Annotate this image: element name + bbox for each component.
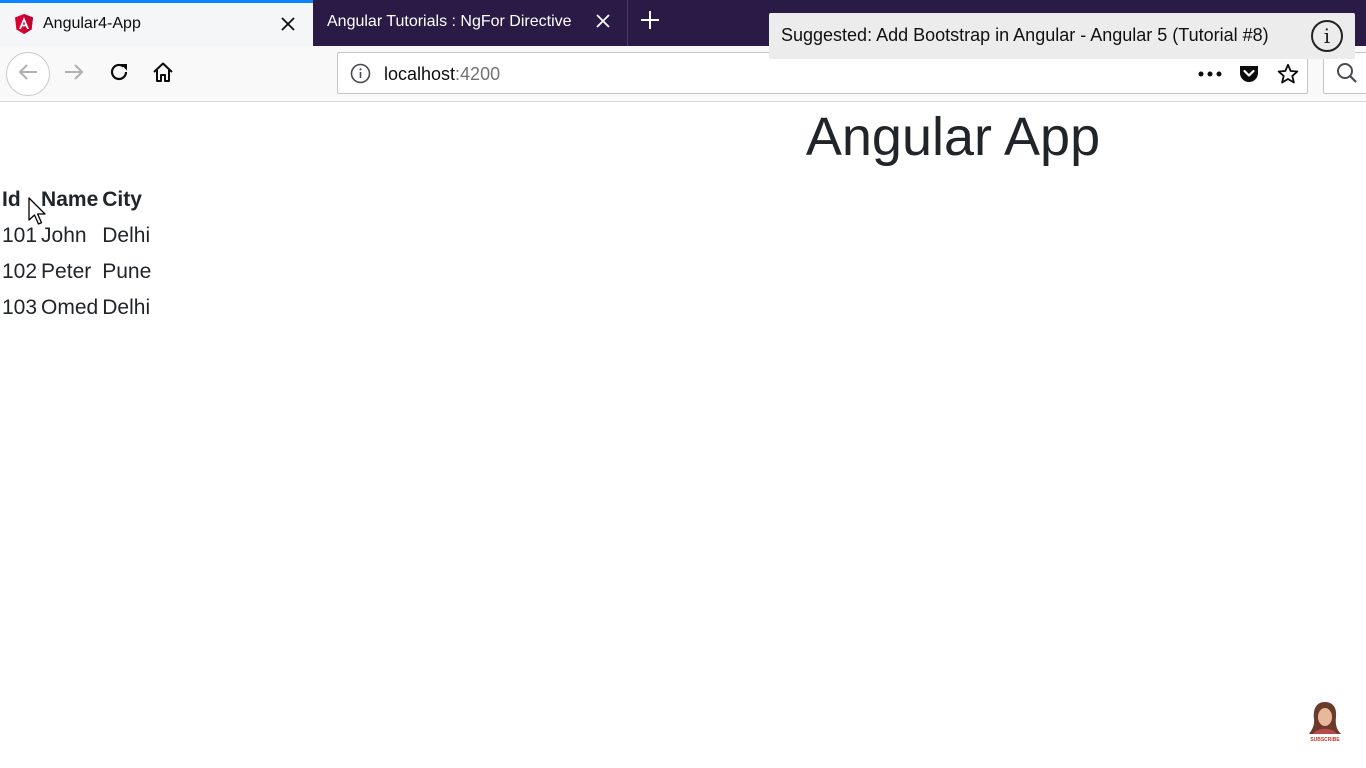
home-button[interactable] [141,52,185,96]
suggested-video-title: Suggested: Add Bootstrap in Angular - An… [781,25,1269,45]
table-row: 102 Peter Pune [0,254,153,290]
tab-title: Angular Tutorials : NgFor Directive [327,13,572,30]
cell-id: 103 [2,296,38,319]
cursor-icon [28,197,48,227]
page-title: Angular App [805,107,1101,167]
pocket-icon[interactable] [1237,62,1261,86]
cell-city: Pune [102,260,152,283]
new-tab-button[interactable] [636,8,664,36]
reload-button[interactable] [97,52,141,96]
cell-name: John [41,224,87,247]
people-table: Id Name City 101 John Delhi 102 Peter Pu… [0,182,153,326]
url-host: localhost [384,64,456,84]
cell-id: 102 [2,260,38,283]
home-icon [151,60,175,89]
cell-city: Delhi [102,224,151,247]
tab-angular4-app[interactable]: Angular4-App [0,0,313,46]
svg-text:SUBSCRIBE: SUBSCRIBE [1310,737,1340,743]
forward-arrow-icon [63,61,85,88]
cell-name: Omed [41,296,99,319]
table-header-row: Id Name City [0,182,153,218]
suggested-video-card[interactable]: Suggested: Add Bootstrap in Angular - An… [769,13,1355,59]
back-button[interactable] [6,52,50,96]
info-icon[interactable]: i [1311,20,1343,52]
close-icon[interactable] [278,14,298,34]
tab-ngfor-directive[interactable]: Angular Tutorials : NgFor Directive [313,0,627,46]
cell-city: Delhi [102,296,151,319]
column-header-city: City [102,188,142,211]
url-text[interactable]: localhost:4200 [384,64,500,85]
close-icon[interactable] [593,11,613,31]
table-row: 101 John Delhi [0,218,153,254]
info-icon[interactable] [350,63,371,84]
subscribe-avatar-icon: SUBSCRIBE [1309,702,1341,743]
subscribe-badge[interactable]: SUBSCRIBE [1303,699,1347,743]
forward-button[interactable] [52,52,96,96]
back-arrow-icon [17,61,39,88]
search-icon [1336,62,1358,89]
url-port: :4200 [455,64,501,84]
reload-icon [108,61,130,88]
table-row: 103 Omed Delhi [0,290,153,326]
more-icon[interactable] [1198,62,1222,86]
tab-title: Angular4-App [43,15,141,32]
tab-separator [627,0,628,46]
cell-name: Peter [41,260,92,283]
column-header-name: Name [41,188,99,211]
star-icon[interactable] [1276,62,1300,86]
plus-icon [640,10,660,35]
angular-logo-icon [13,13,35,35]
